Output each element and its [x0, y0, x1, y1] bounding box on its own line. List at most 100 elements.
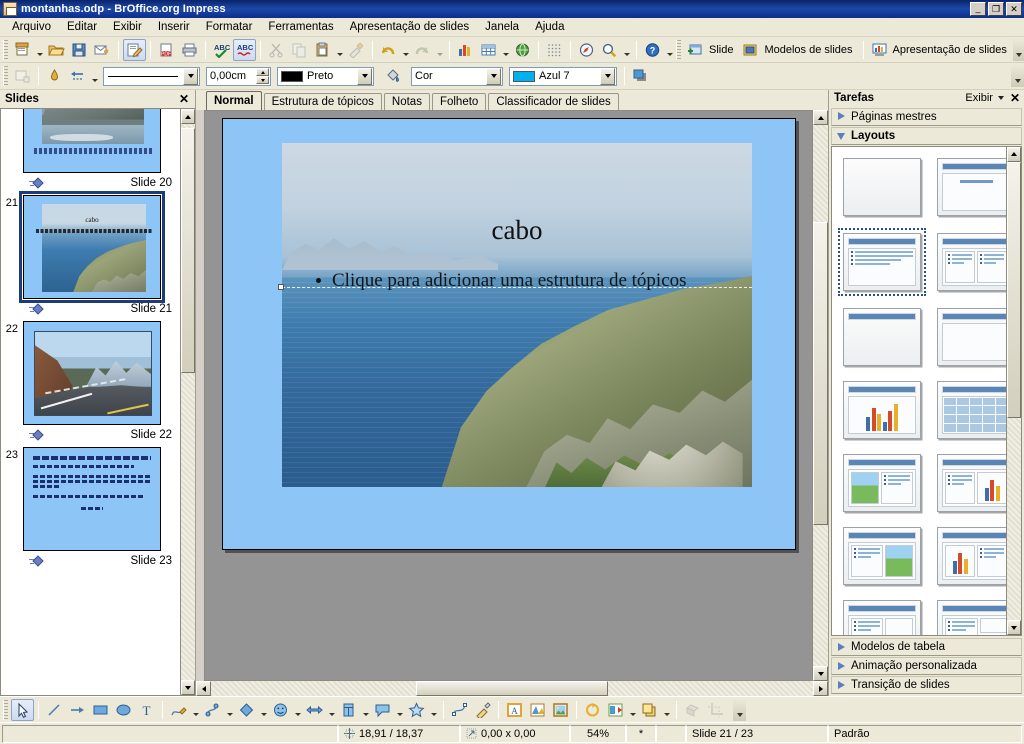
editor-hscroll-thumb[interactable] — [415, 681, 609, 696]
list-item[interactable]: 21 cabo Slide 21 — [1, 191, 180, 319]
flowchart-icon[interactable] — [337, 699, 360, 721]
editor-scroll-right-icon[interactable] — [813, 681, 828, 696]
slide-button-label[interactable]: Slide — [707, 44, 739, 56]
editor-scroll-down-icon[interactable] — [813, 666, 828, 681]
layout-centered-text[interactable] — [934, 305, 1006, 369]
tab-notas[interactable]: Notas — [383, 93, 430, 110]
symbol-shapes-dropdown-icon[interactable] — [292, 699, 303, 721]
line-width-field[interactable]: 0,00cm — [206, 66, 271, 86]
edit-points-icon[interactable] — [448, 699, 471, 721]
text-T-icon[interactable]: T — [135, 699, 158, 721]
list-item[interactable]: 22 Slide 22 — [1, 319, 180, 445]
menu-ferramentas[interactable]: Ferramentas — [260, 19, 341, 35]
layout-title-content-two-box[interactable] — [934, 597, 1006, 636]
zoom-field[interactable]: 54% — [570, 724, 626, 743]
arrow-style-dropdown-icon[interactable] — [89, 65, 100, 87]
tab-estrutura-de-topicos[interactable]: Estrutura de tópicos — [263, 93, 382, 110]
new-doc-dropdown-icon[interactable] — [34, 39, 45, 61]
rectangle-icon[interactable] — [89, 699, 112, 721]
list-item[interactable]: Slide 20 — [1, 109, 180, 193]
toolbar-grip[interactable] — [3, 39, 8, 60]
paste-dropdown-icon[interactable] — [334, 39, 345, 61]
editor-scroll-thumb[interactable] — [813, 222, 828, 526]
envelope-icon[interactable] — [91, 39, 114, 61]
ellipse-icon[interactable] — [112, 699, 135, 721]
line-width-stepper[interactable] — [256, 68, 269, 84]
new-slide-icon[interactable] — [684, 39, 707, 61]
slides-list[interactable]: Slide 20 21 cabo Slide 21 22 Slide 22 23… — [0, 108, 195, 696]
layouts-scroll-thumb[interactable] — [1007, 161, 1021, 419]
layouts-scroll-down-icon[interactable] — [1007, 620, 1021, 636]
editor-scroll-up-icon[interactable] — [813, 110, 828, 125]
slide-master-icon[interactable] — [739, 39, 762, 61]
fontwork-icon[interactable] — [526, 699, 549, 721]
menu-janela[interactable]: Janela — [477, 19, 527, 35]
crop-filter-icon[interactable] — [704, 699, 727, 721]
pdf-icon[interactable]: PDF — [155, 39, 178, 61]
cursor-arrow-icon[interactable] — [11, 698, 34, 721]
layout-title-slide[interactable] — [934, 155, 1006, 219]
menu-ajuda[interactable]: Ajuda — [527, 19, 572, 35]
line-toolbar-grip[interactable] — [3, 66, 8, 86]
scroll-thumb[interactable] — [181, 128, 195, 373]
new-doc-icon[interactable] — [11, 39, 34, 61]
modified-status-field[interactable]: * — [626, 724, 656, 743]
menu-editar[interactable]: Editar — [59, 19, 105, 35]
printer-icon[interactable] — [178, 39, 201, 61]
arrange-icon[interactable] — [638, 699, 661, 721]
slides-panel-scrollbar[interactable] — [180, 109, 195, 695]
slide-outline-placeholder[interactable]: Clique para adicionar uma estrutura de t… — [278, 270, 752, 487]
line-width-up-icon[interactable] — [256, 68, 269, 76]
layout-title-chart-content[interactable] — [934, 524, 1006, 588]
layout-title-chart[interactable] — [838, 378, 926, 442]
layout-title-content-clipart[interactable] — [838, 524, 926, 588]
standard-toolbar-overflow-icon[interactable] — [664, 39, 675, 61]
slide-thumbnail-21[interactable]: cabo — [19, 191, 165, 303]
arrow-style-icon[interactable] — [66, 65, 89, 87]
presentation-icon[interactable] — [868, 39, 891, 61]
line-color-value[interactable]: Preto — [278, 70, 356, 82]
copy-icon[interactable] — [288, 39, 311, 61]
insert-textbox-icon[interactable]: A — [503, 699, 526, 721]
tasks-section-transicao-de-slides[interactable]: Transição de slides — [831, 676, 1022, 694]
glue-pen-icon[interactable] — [471, 699, 494, 721]
align-icon[interactable] — [604, 699, 627, 721]
chevron-down-icon[interactable] — [997, 96, 1004, 101]
layout-title-spreadsheet[interactable] — [934, 378, 1006, 442]
menu-inserir[interactable]: Inserir — [150, 19, 198, 35]
fill-bucket-icon[interactable] — [381, 65, 404, 87]
stars-dropdown-icon[interactable] — [428, 699, 439, 721]
menu-formatar[interactable]: Formatar — [198, 19, 261, 35]
area-style-value[interactable]: Cor — [412, 70, 485, 82]
tasks-view-button[interactable]: Exibir — [965, 92, 993, 104]
editor-horizontal-scrollbar[interactable] — [196, 681, 828, 696]
glue-point-icon[interactable] — [43, 65, 66, 87]
editor-scroll-left-icon[interactable] — [196, 681, 211, 696]
editor-vertical-scrollbar[interactable] — [813, 110, 828, 681]
layout-title-two-content[interactable] — [934, 228, 1006, 296]
shadow-3d-icon[interactable] — [681, 699, 704, 721]
menu-arquivo[interactable]: Arquivo — [4, 19, 59, 35]
redo-arrow-icon[interactable] — [411, 39, 434, 61]
tasks-section-layouts[interactable]: Layouts — [831, 126, 1022, 145]
layout-blank-slide[interactable] — [838, 155, 926, 219]
layout-title-clipart-content[interactable] — [838, 451, 926, 515]
layouts-container[interactable] — [831, 145, 1022, 637]
abc-check-icon[interactable]: ABC — [210, 39, 233, 61]
magnifier-icon[interactable] — [598, 39, 621, 61]
bar-chart-icon[interactable] — [454, 39, 477, 61]
block-arrows-dropdown-icon[interactable] — [326, 699, 337, 721]
line-toolbar-more-icon[interactable] — [1011, 65, 1024, 87]
tasks-section-animacao-personalizada[interactable]: Animação personalizada — [831, 657, 1022, 676]
picture-icon[interactable] — [549, 699, 572, 721]
line-color-combo[interactable]: Preto — [277, 66, 374, 86]
tab-normal[interactable]: Normal — [206, 91, 262, 110]
drawing-toolbar-more-icon[interactable] — [733, 698, 746, 721]
slide-thumbnail-23[interactable] — [23, 447, 161, 551]
signature-field[interactable] — [656, 724, 686, 743]
block-arrow-icon[interactable] — [303, 699, 326, 721]
editor-hscroll-track[interactable] — [211, 681, 813, 696]
area-color-combo[interactable]: Azul 7 — [509, 66, 617, 86]
slide-title-placeholder[interactable]: cabo — [282, 215, 752, 246]
connector-icon[interactable] — [201, 699, 224, 721]
